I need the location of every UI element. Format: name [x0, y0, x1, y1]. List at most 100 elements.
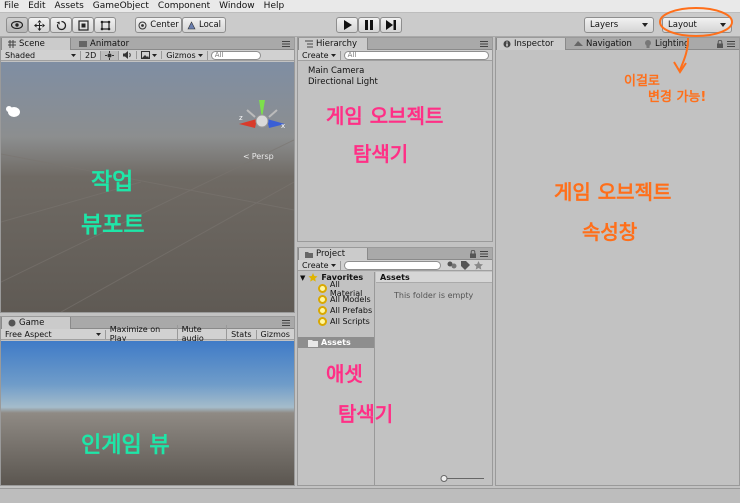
play-button[interactable]	[336, 17, 358, 33]
tab-inspector[interactable]: Inspector	[496, 38, 566, 50]
menu-edit[interactable]: Edit	[28, 1, 45, 11]
tab-project[interactable]: Project	[298, 248, 368, 260]
scale-tool-button[interactable]	[72, 17, 94, 33]
star-icon[interactable]	[473, 260, 483, 270]
inspector-annotation-line1: 게임 오브젝트	[554, 180, 672, 204]
game-annotation: 인게임 뷰	[81, 433, 170, 458]
game-panel: Game Free Aspect Maximize on Play Mute a…	[0, 316, 295, 486]
menu-component[interactable]: Component	[158, 1, 210, 11]
scene-gizmos-dropdown[interactable]: Gizmos	[162, 50, 208, 60]
hierarchy-item-main-camera[interactable]: Main Camera	[308, 66, 378, 77]
panel-menu-icon[interactable]	[282, 41, 290, 47]
svg-text:z: z	[239, 114, 243, 122]
scene-effects-dropdown[interactable]	[137, 51, 163, 59]
menu-help[interactable]: Help	[264, 1, 285, 11]
filter-by-type-icon[interactable]	[447, 261, 457, 269]
tab-scene-label: Scene	[19, 39, 45, 49]
hierarchy-create-label: Create	[302, 50, 329, 60]
hierarchy-item-directional-light[interactable]: Directional Light	[308, 77, 378, 88]
speaker-icon	[123, 51, 131, 59]
hierarchy-annotation-line1: 게임 오브젝트	[326, 104, 444, 128]
layout-highlight-annotation	[659, 7, 733, 74]
local-space-icon	[187, 20, 196, 29]
pause-button[interactable]	[358, 17, 380, 33]
filter-by-label-icon[interactable]	[460, 260, 470, 270]
panel-menu-icon[interactable]	[282, 320, 290, 326]
stats-toggle[interactable]: Stats	[227, 329, 257, 339]
hierarchy-create-dropdown[interactable]: Create	[298, 50, 341, 60]
tab-game[interactable]: Game	[1, 317, 71, 329]
game-viewport[interactable]: 인게임 뷰	[1, 341, 294, 485]
scene-orientation-gizmo[interactable]: x z y	[237, 98, 287, 140]
project-annotation-line2: 탐색기	[338, 402, 394, 426]
move-tool-button[interactable]	[28, 17, 50, 33]
hierarchy-tab-strip: Hierarchy	[298, 38, 492, 50]
tab-navigation-label: Navigation	[586, 39, 632, 49]
step-icon	[386, 20, 396, 30]
pivot-center-button[interactable]: Center	[135, 17, 182, 33]
perspective-label[interactable]: < Persp	[243, 152, 274, 161]
favorite-item[interactable]: All Models	[298, 294, 374, 305]
tab-scene[interactable]: Scene	[1, 38, 71, 50]
assets-breadcrumb[interactable]: Assets	[376, 272, 492, 283]
tab-navigation[interactable]: Navigation	[568, 38, 638, 50]
chevron-down-icon	[330, 263, 336, 267]
project-search-input[interactable]	[343, 260, 441, 270]
tab-hierarchy[interactable]: Hierarchy	[298, 38, 368, 50]
favorite-item[interactable]: All Prefabs	[298, 305, 374, 316]
step-button[interactable]	[380, 17, 402, 33]
navigation-icon	[574, 41, 583, 46]
favorite-item[interactable]: All Scripts	[298, 316, 374, 327]
shading-label: Shaded	[5, 50, 36, 60]
chevron-down-icon	[71, 53, 76, 57]
menu-file[interactable]: File	[4, 1, 19, 11]
hierarchy-icon	[305, 40, 313, 48]
scene-viewport[interactable]: x z y <Persp 작업 뷰포트	[1, 62, 294, 312]
scene-lighting-toggle[interactable]	[101, 50, 120, 60]
view-tool-button[interactable]	[6, 17, 28, 33]
info-icon	[503, 40, 511, 48]
icon-size-slider[interactable]	[440, 475, 486, 482]
hierarchy-list: Main Camera Directional Light	[308, 66, 378, 88]
tab-animator[interactable]: Animator	[73, 38, 135, 50]
panel-menu-icon[interactable]	[480, 41, 488, 47]
favorite-item-label: All Prefabs	[330, 306, 373, 315]
play-icon	[343, 20, 352, 30]
move-arrows-icon	[33, 19, 45, 31]
assets-root-folder[interactable]: Assets	[298, 337, 374, 348]
chevron-down-icon	[197, 53, 203, 57]
aspect-dropdown[interactable]: Free Aspect	[1, 329, 106, 339]
scene-search-input[interactable]: All	[210, 50, 261, 60]
favorite-item[interactable]: All Material	[298, 280, 374, 298]
shading-dropdown[interactable]: Shaded	[1, 50, 81, 60]
favorite-item-label: All Scripts	[330, 317, 370, 326]
eye-icon	[11, 21, 23, 29]
project-create-label: Create	[302, 260, 329, 270]
rotate-tool-button[interactable]	[50, 17, 72, 33]
panel-menu-icon[interactable]	[480, 251, 488, 257]
project-asset-view[interactable]: Assets This folder is empty	[376, 272, 492, 485]
persp-icon: <	[243, 152, 250, 161]
search-icon	[318, 306, 327, 315]
tab-game-label: Game	[19, 318, 45, 328]
scene-audio-toggle[interactable]	[119, 51, 138, 59]
mode-2d-toggle[interactable]: 2D	[81, 50, 102, 60]
pivot-local-button[interactable]: Local	[182, 17, 226, 33]
menu-gameobject[interactable]: GameObject	[93, 1, 149, 11]
menu-assets[interactable]: Assets	[55, 1, 84, 11]
directional-light-icon	[6, 106, 20, 117]
inspector-annotation-line2: 속성창	[582, 220, 638, 244]
menu-window[interactable]: Window	[219, 1, 255, 11]
project-panel: Project Create ▼ Favorites All Material …	[297, 247, 493, 486]
project-create-dropdown[interactable]: Create	[298, 260, 341, 270]
hierarchy-search-input[interactable]: All	[343, 50, 489, 60]
stats-label: Stats	[231, 329, 252, 339]
main-toolbar: Center Local Layers Layout	[0, 13, 740, 37]
menu-bar: File Edit Assets GameObject Component Wi…	[0, 0, 740, 13]
game-toolbar: Free Aspect Maximize on Play Mute audio …	[1, 325, 294, 343]
game-gizmos-toggle[interactable]: Gizmos	[257, 330, 294, 339]
rect-tool-button[interactable]	[94, 17, 116, 33]
scene-search-placeholder: All	[214, 51, 224, 59]
lock-icon[interactable]	[470, 250, 476, 258]
scene-gizmos-label: Gizmos	[166, 50, 196, 60]
